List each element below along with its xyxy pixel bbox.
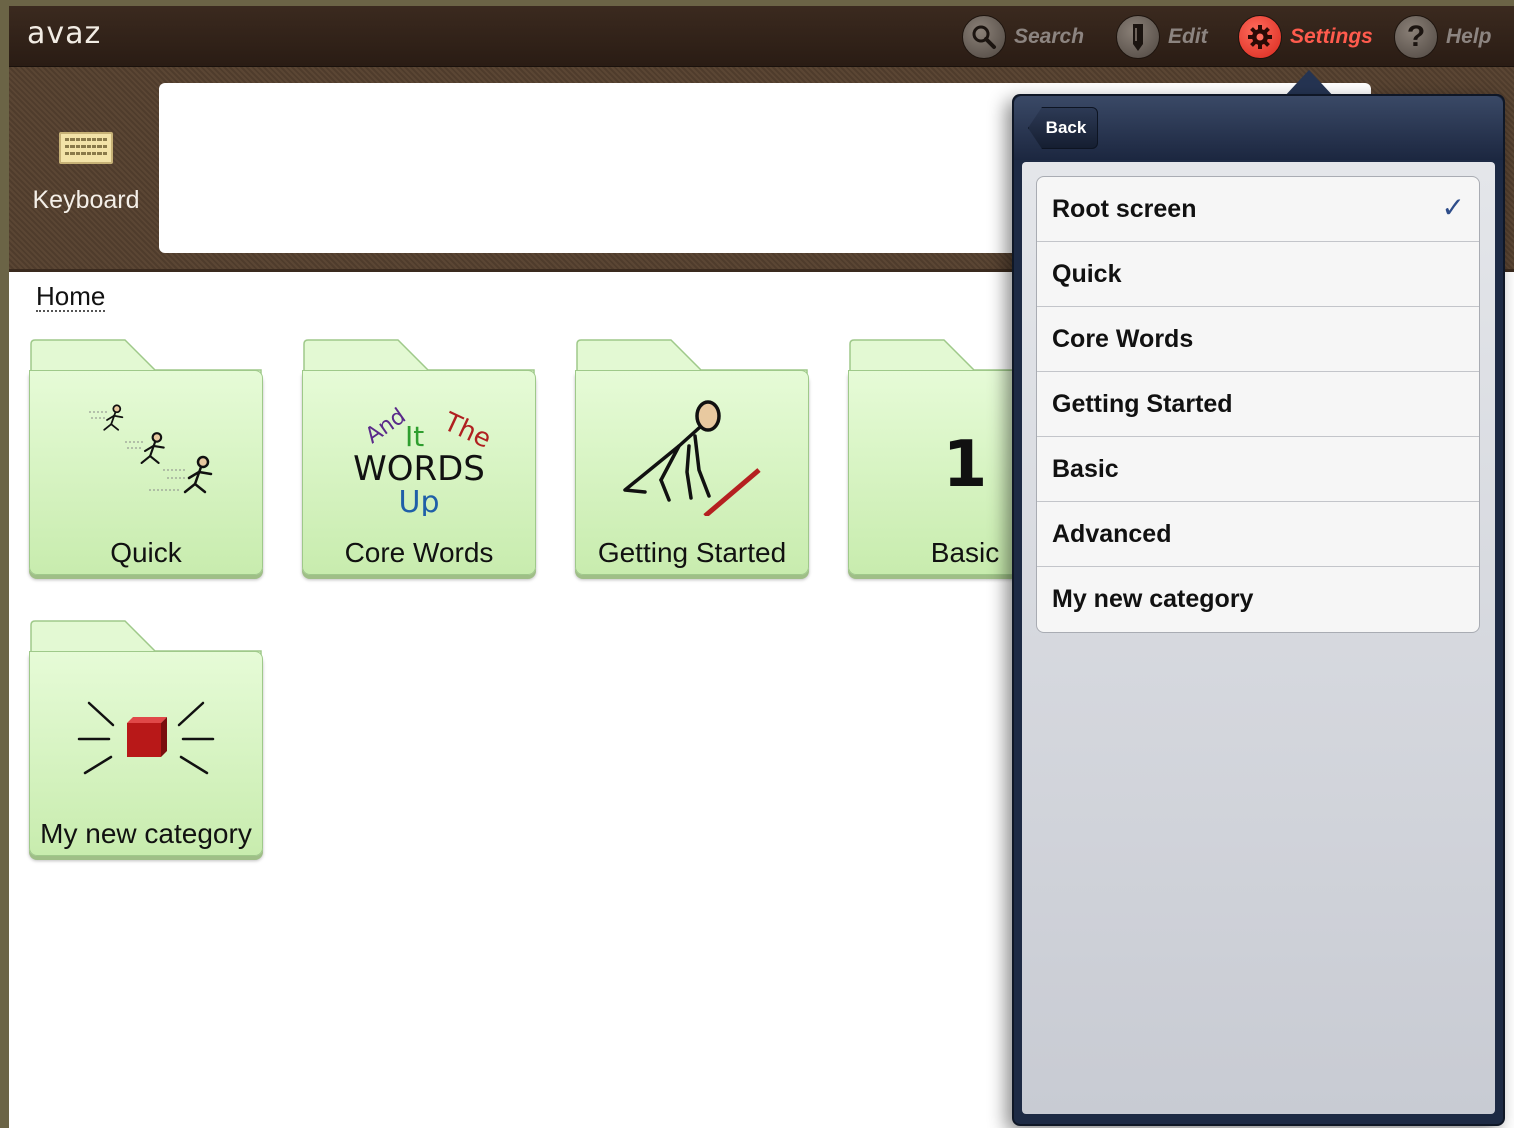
word-up: Up (398, 485, 439, 516)
number-one: 1 (943, 428, 988, 502)
tile-quick[interactable]: Quick (29, 338, 263, 575)
breadcrumb-home[interactable]: Home (36, 282, 106, 312)
help-button[interactable]: ? Help (1394, 14, 1492, 60)
edit-label: Edit (1168, 25, 1208, 48)
pencil-icon (1116, 15, 1160, 59)
keyboard-button[interactable]: Keyboard (23, 122, 149, 242)
keyboard-icon (59, 132, 113, 164)
help-label: Help (1446, 25, 1492, 48)
app-logo: avaz (27, 16, 102, 51)
top-bar: avaz Search Edit Settings ? Help (9, 6, 1514, 67)
help-icon: ? (1394, 15, 1438, 59)
settings-label: Settings (1290, 25, 1373, 48)
tile-getting-started[interactable]: Getting Started (575, 338, 809, 575)
edit-button[interactable]: Edit (1116, 14, 1208, 60)
list-item-label: Advanced (1052, 519, 1172, 548)
list-item-quick[interactable]: Quick (1037, 242, 1479, 307)
category-list: Root screen ✓ Quick Core Words Getting S… (1036, 176, 1480, 633)
list-item-basic[interactable]: Basic (1037, 437, 1479, 502)
search-button[interactable]: Search (962, 14, 1084, 60)
popover-body: Root screen ✓ Quick Core Words Getting S… (1022, 162, 1495, 1114)
tile-label: Core Words (344, 537, 494, 568)
tile-my-new-category[interactable]: My new category (29, 619, 263, 856)
list-item-label: Getting Started (1052, 389, 1233, 418)
list-item-core-words[interactable]: Core Words (1037, 307, 1479, 372)
runner-start-icon (623, 400, 761, 516)
gear-icon (1238, 15, 1282, 59)
settings-popover: Back Root screen ✓ Quick Core Words Gett… (1012, 94, 1505, 1126)
popover-header: Back (1014, 96, 1503, 160)
tile-core-words[interactable]: And It The WORDS Up Core Words (302, 338, 536, 575)
new-box-icon (77, 701, 215, 775)
keyboard-label: Keyboard (32, 186, 140, 214)
list-item-my-new-category[interactable]: My new category (1037, 567, 1479, 632)
list-item-label: My new category (1052, 585, 1254, 613)
search-icon (962, 15, 1006, 59)
checkmark-icon: ✓ (1441, 192, 1465, 223)
list-item-advanced[interactable]: Advanced (1037, 502, 1479, 567)
settings-button[interactable]: Settings (1238, 14, 1373, 60)
word-the: The (438, 407, 495, 455)
list-item-getting-started[interactable]: Getting Started (1037, 372, 1479, 437)
list-item-label: Quick (1052, 259, 1122, 288)
tile-label: Quick (110, 537, 182, 568)
search-label: Search (1014, 25, 1085, 48)
tile-label: My new category (40, 818, 252, 849)
list-item-label: Core Words (1052, 324, 1194, 353)
word-words: WORDS (353, 449, 485, 489)
running-people-icon (89, 404, 213, 494)
core-words-icon: And It The WORDS Up (353, 404, 495, 516)
word-and: And (361, 404, 411, 449)
list-item-root-screen[interactable]: Root screen ✓ (1037, 177, 1479, 242)
tile-label: Getting Started (597, 537, 787, 568)
list-item-label: Basic (1052, 454, 1119, 483)
back-button[interactable]: Back (1028, 107, 1098, 149)
list-item-label: Root screen (1052, 194, 1197, 223)
